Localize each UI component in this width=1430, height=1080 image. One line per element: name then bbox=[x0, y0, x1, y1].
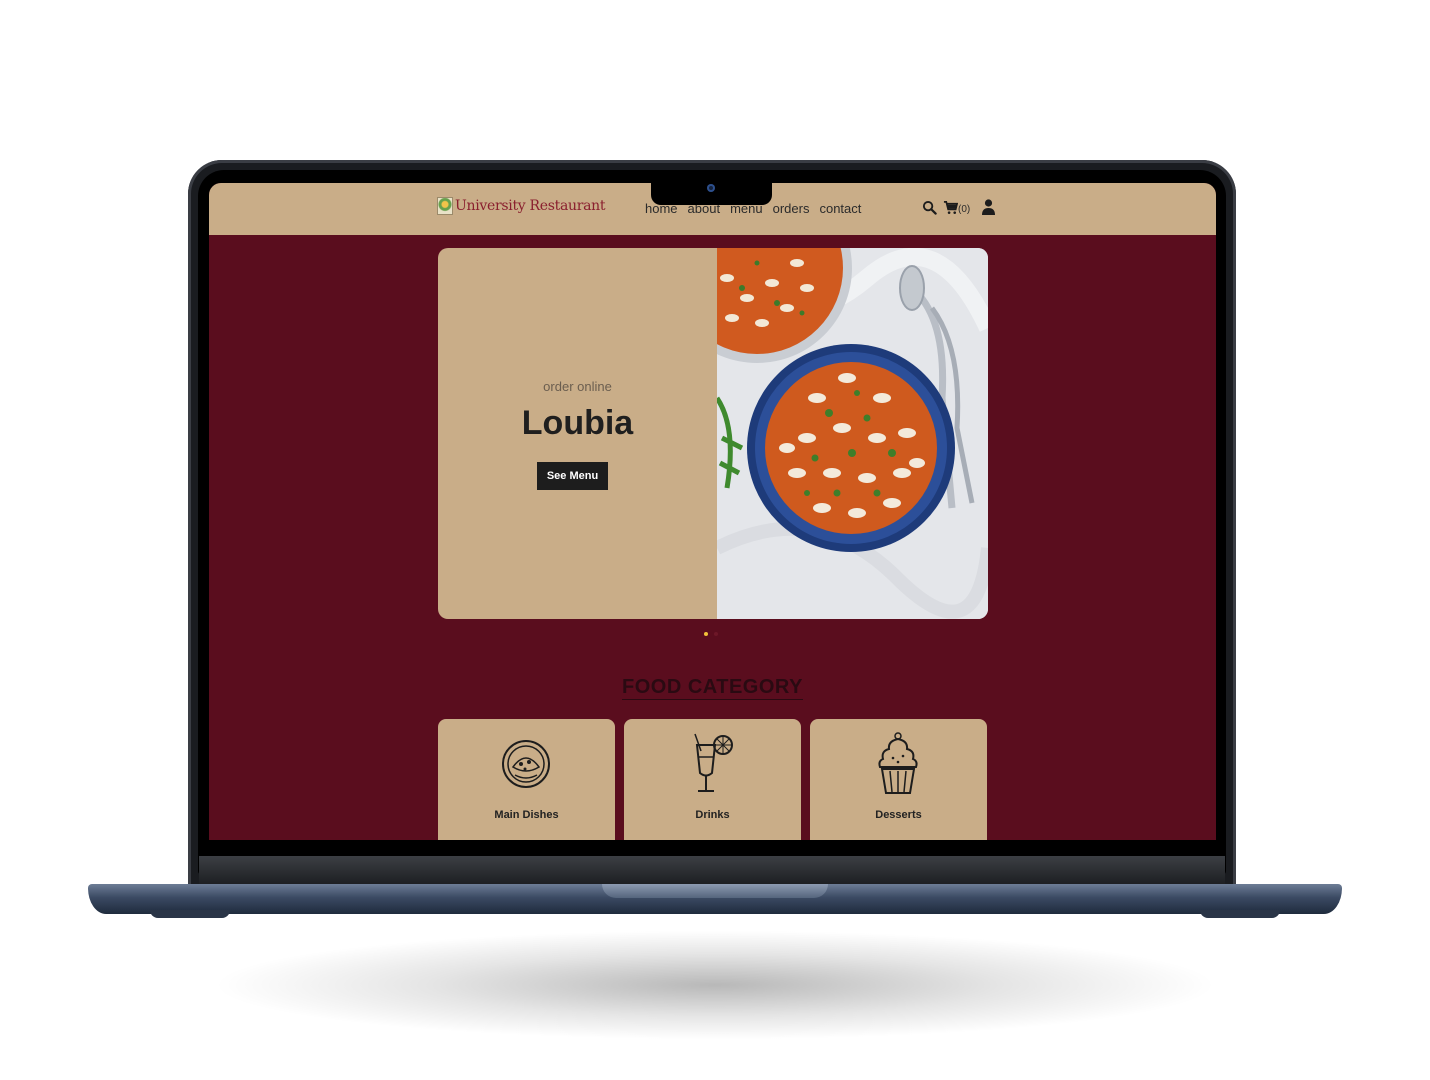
category-label: Drinks bbox=[695, 809, 730, 821]
user-icon[interactable] bbox=[982, 199, 996, 220]
camera-icon bbox=[707, 184, 715, 192]
nav-orders[interactable]: orders bbox=[773, 201, 810, 216]
food-category-title: FOOD CATEGORY bbox=[622, 676, 803, 700]
category-card-main-dishes[interactable]: Main Dishes bbox=[438, 719, 615, 840]
nav-contact[interactable]: contact bbox=[819, 201, 861, 216]
category-card-drinks[interactable]: Drinks bbox=[624, 719, 801, 840]
category-card-desserts[interactable]: Desserts bbox=[810, 719, 987, 840]
cart-button[interactable]: (0) bbox=[943, 200, 970, 220]
brand-logo[interactable]: University Restaurant bbox=[437, 197, 606, 215]
hero-slide: order online Loubia See Menu bbox=[438, 248, 988, 619]
brand-name: University Restaurant bbox=[455, 198, 606, 214]
laptop-foot-right bbox=[1200, 910, 1280, 918]
hero-food-image bbox=[662, 248, 988, 619]
category-label: Desserts bbox=[875, 809, 922, 821]
nav-icons: (0) bbox=[922, 199, 996, 220]
hero-title: Loubia bbox=[521, 404, 634, 442]
slider-dots bbox=[704, 632, 718, 636]
cart-count: (0) bbox=[958, 204, 971, 215]
website-screen: University Restaurant home about menu or… bbox=[209, 183, 1216, 840]
logo-icon bbox=[437, 197, 453, 215]
slider-dot-2[interactable] bbox=[714, 632, 718, 636]
hero-text-panel: order online Loubia See Menu bbox=[438, 248, 717, 619]
slider-dot-1[interactable] bbox=[704, 632, 708, 636]
search-icon[interactable] bbox=[922, 200, 937, 220]
see-menu-button[interactable]: See Menu bbox=[537, 462, 608, 490]
laptop-chin bbox=[199, 856, 1225, 886]
hero-subtitle: order online bbox=[543, 379, 612, 394]
laptop-base-notch bbox=[602, 884, 828, 898]
laptop-foot-left bbox=[150, 910, 230, 918]
category-label: Main Dishes bbox=[494, 809, 559, 821]
cart-icon bbox=[943, 200, 959, 220]
food-category-heading: FOOD CATEGORY bbox=[209, 676, 1216, 700]
laptop-shadow bbox=[210, 930, 1220, 1040]
